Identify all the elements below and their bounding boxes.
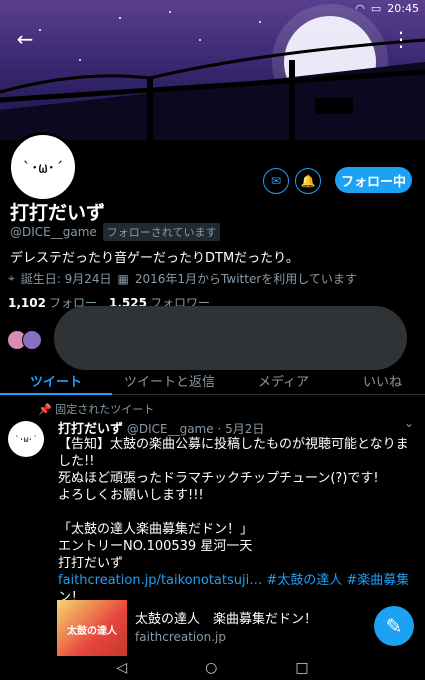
tab-likes[interactable]: いいね	[340, 366, 425, 394]
tweet-line: 【告知】太鼓の楽曲公募に投稿したものが視聴可能となりま	[58, 437, 408, 452]
tweet-author[interactable]: 打打だいず	[58, 422, 123, 437]
status-bar: ◠ ▭ 20:45	[0, 0, 425, 18]
link-card[interactable]: 太鼓の達人 太鼓の達人 楽曲募集だドン！ faithcreation.jp	[57, 600, 404, 658]
join-date: 2016年1月からTwitterを利用しています	[134, 272, 357, 286]
handle-row: @DICE__game フォローされています	[10, 223, 221, 241]
tweet-line: 「太鼓の達人楽曲募集だドン！」	[58, 522, 254, 537]
tweet-line: エントリーNO.100539 星河一天	[58, 539, 253, 554]
more-options-icon[interactable]: ⋮	[390, 28, 412, 50]
feather-plus-icon: ✎	[385, 614, 403, 638]
pinned-label: 📌 固定されたツイート	[38, 403, 155, 416]
profile-name: 打打だいず	[10, 202, 106, 224]
chevron-down-icon[interactable]: ⌄	[404, 416, 414, 430]
follows-you-badge: フォローされています	[102, 223, 221, 241]
profile-bio: デレステだったり音ゲーだったりDTMだったり。	[10, 251, 299, 266]
followed-by-avatars[interactable]	[7, 330, 42, 350]
tweet-header: 打打だいず @DICE__game · 5月2日	[58, 418, 264, 437]
tweet-avatar[interactable]: `･ω･´	[8, 421, 44, 457]
card-domain: faithcreation.jp	[135, 630, 226, 644]
redacted-region	[54, 306, 407, 370]
tweet-line: よろしくお願いします!!!	[58, 488, 204, 503]
profile-avatar[interactable]: `･ω･´	[8, 132, 78, 202]
compose-tweet-button[interactable]: ✎	[374, 606, 414, 646]
avatar	[22, 330, 42, 350]
wifi-icon: ◠	[355, 2, 365, 15]
profile-banner: ← ⋮	[0, 0, 425, 162]
recents-square-icon[interactable]: □	[295, 660, 308, 676]
banner-art	[0, 4, 425, 162]
tweet-line: した!!	[58, 454, 95, 469]
card-title: 太鼓の達人 楽曲募集だドン！	[135, 612, 318, 627]
system-nav-bar: ◁ ○ □	[0, 656, 425, 680]
back-triangle-icon[interactable]: ◁	[116, 660, 127, 676]
pin-icon: 📌	[38, 403, 52, 416]
tweet-text: 【告知】太鼓の楽曲公募に投稿したものが視聴可能となりま した!! 死ぬほど頑張っ…	[58, 436, 408, 606]
tab-tweets-and-replies[interactable]: ツイートと返信	[112, 366, 227, 394]
tab-tweets[interactable]: ツイート	[0, 366, 112, 395]
birthday: 誕生日: 9月24日	[20, 272, 112, 286]
profile-handle: @DICE__game	[10, 225, 97, 239]
location-pin-icon: ⌖	[8, 271, 15, 285]
notification-bell-icon[interactable]: 🔔	[295, 168, 321, 194]
tweet-line	[58, 504, 408, 521]
calendar-icon: ▦	[117, 271, 129, 286]
tweet-line: 死ぬほど頑張ったドラマチックチップチューン(?)です!	[58, 471, 379, 486]
battery-icon: ▭	[370, 2, 382, 15]
profile-meta: ⌖ 誕生日: 9月24日 ▦ 2016年1月からTwitterを利用しています	[8, 270, 357, 287]
tweet-meta: @DICE__game · 5月2日	[126, 422, 265, 436]
following-button[interactable]: フォロー中	[335, 167, 412, 193]
card-image: 太鼓の達人	[57, 600, 127, 658]
tab-media[interactable]: メディア	[227, 366, 340, 394]
status-time: 20:45	[387, 2, 419, 15]
tweet-line: 打打だいず	[58, 556, 124, 571]
home-circle-icon[interactable]: ○	[205, 660, 217, 676]
tweet-link[interactable]: faithcreation.jp/taikonotatsuji… #太鼓の達人 …	[58, 572, 408, 589]
profile-tabs: ツイート ツイートと返信 メディア いいね	[0, 366, 425, 395]
back-icon[interactable]: ←	[14, 28, 36, 50]
message-icon[interactable]: ✉	[263, 168, 289, 194]
